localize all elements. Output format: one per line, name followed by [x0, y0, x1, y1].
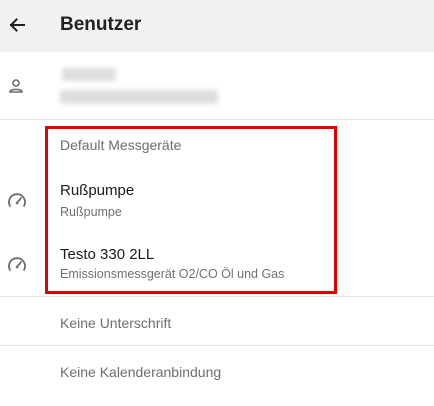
- arrow-left-icon: [9, 18, 25, 32]
- page-title: Benutzer: [60, 14, 142, 35]
- user-email-redacted: [60, 90, 218, 104]
- calendar-label: Keine Kalenderanbindung: [60, 364, 222, 380]
- signature-label: Keine Unterschrift: [60, 315, 172, 331]
- person-icon: [9, 79, 23, 93]
- divider: [0, 119, 434, 120]
- highlight-box: [45, 126, 337, 294]
- signature-row[interactable]: Keine Unterschrift: [0, 297, 434, 345]
- user-name-redacted: [62, 68, 116, 81]
- back-button[interactable]: [4, 12, 30, 38]
- app-bar: Benutzer: [0, 0, 434, 52]
- calendar-row[interactable]: Keine Kalenderanbindung: [0, 346, 434, 394]
- user-row[interactable]: [0, 52, 434, 119]
